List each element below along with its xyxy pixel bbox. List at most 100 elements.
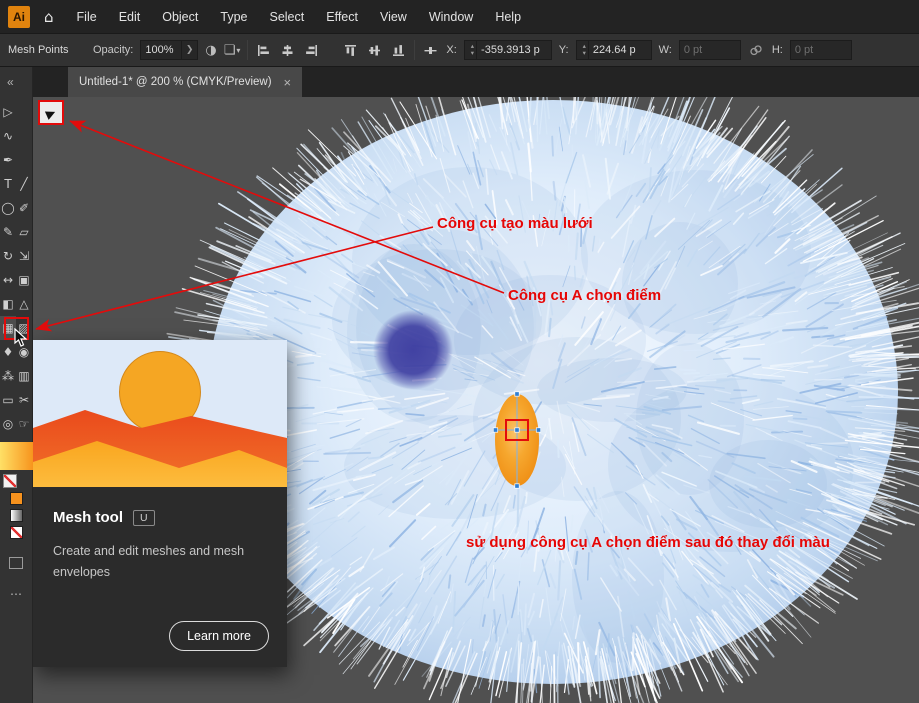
- panel-options-icon[interactable]: ❏ ▾: [224, 43, 241, 58]
- chevron-down-icon: ▾: [236, 46, 240, 55]
- h-value: 0 pt: [795, 44, 813, 56]
- tool-line[interactable]: ╱: [16, 172, 32, 196]
- tool-paintbrush[interactable]: ✐: [16, 196, 32, 220]
- tool-width[interactable]: ↔: [0, 268, 16, 292]
- stepper-down-icon[interactable]: ▾: [583, 50, 586, 57]
- tool-slice[interactable]: ✂: [16, 388, 32, 412]
- fill-color-swatch[interactable]: [0, 442, 33, 470]
- tool-artboard[interactable]: ▭: [0, 388, 16, 412]
- tool-gradient[interactable]: ▨: [16, 316, 32, 340]
- mountains-graphic: [33, 340, 287, 487]
- collapse-toolbar-button[interactable]: «: [0, 67, 33, 97]
- separator: [247, 40, 248, 60]
- tool-direct-selection[interactable]: ▷: [0, 100, 16, 124]
- tool-pencil[interactable]: ✎: [0, 220, 16, 244]
- menu-item-object[interactable]: Object: [151, 3, 209, 31]
- tooltip-title: Mesh tool: [53, 509, 123, 526]
- menu-item-window[interactable]: Window: [418, 3, 484, 31]
- shortcut-badge: U: [133, 510, 155, 526]
- menu-item-effect[interactable]: Effect: [315, 3, 369, 31]
- home-icon[interactable]: ⌂: [44, 8, 54, 26]
- tool-zoom[interactable]: ◎: [0, 412, 16, 436]
- recolor-artwork-icon[interactable]: ◑: [205, 43, 216, 58]
- document-tab[interactable]: Untitled-1* @ 200 % (CMYK/Preview) ×: [68, 67, 302, 97]
- tool-type[interactable]: T: [0, 172, 16, 196]
- illustrator-window: Ai ⌂ FileEditObjectTypeSelectEffectViewW…: [0, 0, 919, 703]
- menu-item-file[interactable]: File: [66, 3, 108, 31]
- menu-item-view[interactable]: View: [369, 3, 418, 31]
- y-stepper[interactable]: ▴ ▾: [581, 41, 589, 59]
- y-value[interactable]: 224.64 p: [593, 44, 636, 56]
- menu-item-help[interactable]: Help: [484, 3, 532, 31]
- distribute-spacing-icon[interactable]: [422, 42, 439, 59]
- menu-items: FileEditObjectTypeSelectEffectViewWindow…: [66, 3, 533, 31]
- tool-grid: ▷∿✒T╱◯✐✎▱↻⇲↔▣◧△▦▨♦◉⁂▥▭✂◎☞: [0, 97, 32, 436]
- align-center-horizontal-icon[interactable]: [279, 42, 296, 59]
- none-button[interactable]: [10, 526, 23, 539]
- x-value[interactable]: -359.3913 p: [481, 44, 540, 56]
- opacity-label: Opacity:: [93, 44, 133, 56]
- tool-hand[interactable]: ☞: [16, 412, 32, 436]
- constrain-proportions-icon[interactable]: [748, 42, 765, 59]
- menu-bar: Ai ⌂ FileEditObjectTypeSelectEffectViewW…: [0, 0, 919, 33]
- canvas[interactable]: Mesh tool U Create and edit meshes and m…: [33, 97, 919, 703]
- mesh-point-bottom[interactable]: [515, 484, 519, 488]
- opacity-value: 100%: [145, 44, 176, 56]
- x-label: X:: [446, 44, 456, 56]
- align-center-vertical-icon[interactable]: [366, 42, 383, 59]
- learn-more-button[interactable]: Learn more: [169, 621, 269, 651]
- tool-free-transform[interactable]: ▣: [16, 268, 32, 292]
- separator: [414, 40, 415, 60]
- align-left-icon[interactable]: [255, 42, 272, 59]
- edit-toolbar-icon[interactable]: ⋯: [10, 587, 22, 601]
- tool-empty: [16, 124, 32, 148]
- tab-bar: « Untitled-1* @ 200 % (CMYK/Preview) ×: [0, 67, 919, 97]
- tool-eraser[interactable]: ▱: [16, 220, 32, 244]
- tool-blend[interactable]: ◉: [16, 340, 32, 364]
- stroke-color-swatch[interactable]: [3, 474, 17, 488]
- tool-scale[interactable]: ⇲: [16, 244, 32, 268]
- tool-column-graph[interactable]: ▥: [16, 364, 32, 388]
- h-input: 0 pt: [790, 40, 852, 60]
- tool-pen[interactable]: ✒: [0, 148, 16, 172]
- align-top-icon[interactable]: [342, 42, 359, 59]
- menu-item-type[interactable]: Type: [209, 3, 258, 31]
- menu-item-edit[interactable]: Edit: [108, 3, 152, 31]
- color-button[interactable]: [10, 492, 23, 505]
- menu-item-select[interactable]: Select: [258, 3, 315, 31]
- collapse-icon: «: [7, 75, 14, 89]
- gradient-button[interactable]: [10, 509, 23, 522]
- h-label: H:: [772, 44, 783, 56]
- mesh-point-top[interactable]: [515, 392, 519, 396]
- close-tab-icon[interactable]: ×: [284, 75, 292, 90]
- control-bar: Mesh Points Opacity: 100% ❯ ◑ ❏ ▾: [0, 33, 919, 67]
- tooltip-description: Create and edit meshes and mesh envelope…: [53, 541, 263, 582]
- mesh-point-left[interactable]: [493, 428, 497, 432]
- tooltip-illustration: [33, 340, 287, 487]
- mesh-point-right[interactable]: [536, 428, 540, 432]
- mesh-point-center[interactable]: [515, 428, 519, 432]
- blue-blob[interactable]: [373, 310, 453, 390]
- screen-mode-button[interactable]: [9, 557, 23, 569]
- opacity-combo[interactable]: 100% ❯: [140, 40, 198, 60]
- align-bottom-icon[interactable]: [390, 42, 407, 59]
- panel-box-icon: ❏: [224, 43, 236, 58]
- chevron-right-icon[interactable]: ❯: [181, 41, 194, 59]
- tool-eyedropper[interactable]: ♦: [0, 340, 16, 364]
- w-input: 0 pt: [679, 40, 741, 60]
- tool-mesh[interactable]: ▦: [0, 316, 16, 340]
- tool-perspective-grid[interactable]: △: [16, 292, 32, 316]
- tool-empty: [16, 100, 32, 124]
- tool-rotate[interactable]: ↻: [0, 244, 16, 268]
- tool-ellipse[interactable]: ◯: [0, 196, 16, 220]
- x-stepper[interactable]: ▴ ▾: [469, 41, 477, 59]
- tool-symbol-sprayer[interactable]: ⁂: [0, 364, 16, 388]
- toolbar-swatches: ⋯: [0, 442, 32, 601]
- tool-empty: [16, 148, 32, 172]
- tool-shape-builder[interactable]: ◧: [0, 292, 16, 316]
- align-right-icon[interactable]: [303, 42, 320, 59]
- y-input[interactable]: ▴ ▾ 224.64 p: [576, 40, 652, 60]
- x-input[interactable]: ▴ ▾ -359.3913 p: [464, 40, 552, 60]
- stepper-down-icon[interactable]: ▾: [471, 50, 474, 57]
- tool-lasso[interactable]: ∿: [0, 124, 16, 148]
